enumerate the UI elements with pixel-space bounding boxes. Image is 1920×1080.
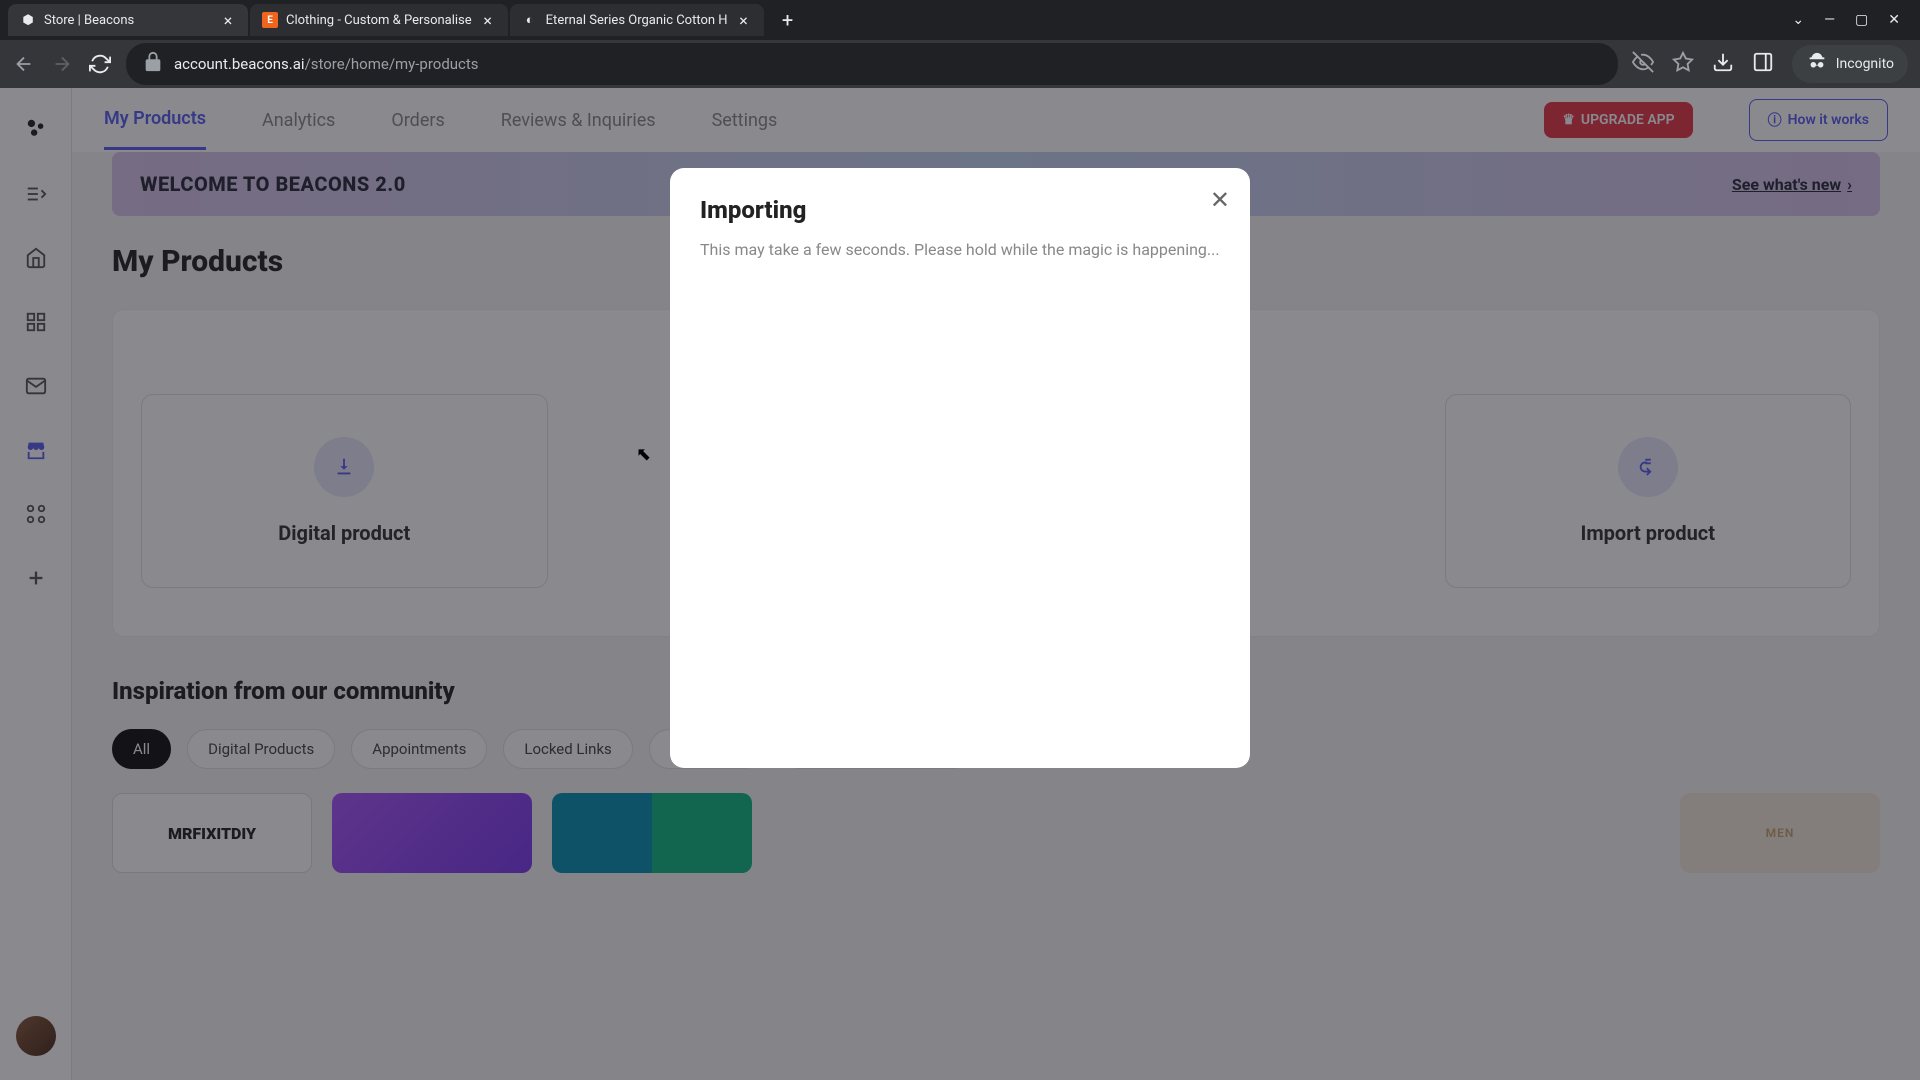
modal-overlay[interactable]: ✕ Importing This may take a few seconds.… (0, 88, 1920, 1080)
modal-title: Importing (700, 196, 1220, 224)
star-icon[interactable] (1672, 51, 1694, 77)
browser-tab[interactable]: ⬢ Store | Beacons × (8, 4, 248, 36)
reload-button[interactable] (88, 52, 112, 76)
panel-icon[interactable] (1752, 51, 1774, 77)
tab-bar: ⬢ Store | Beacons × E Clothing - Custom … (0, 0, 1920, 40)
tab-title: Eternal Series Organic Cotton H (546, 13, 728, 28)
back-button[interactable] (12, 52, 36, 76)
url-field[interactable]: account.beacons.ai/store/home/my-product… (126, 43, 1618, 85)
lock-icon (142, 51, 164, 77)
tab-title: Clothing - Custom & Personalise (286, 13, 472, 28)
browser-tab[interactable]: E Clothing - Custom & Personalise × (250, 4, 508, 36)
incognito-badge[interactable]: Incognito (1792, 45, 1908, 83)
incognito-icon (1806, 51, 1828, 77)
download-icon[interactable] (1712, 51, 1734, 77)
importing-modal: ✕ Importing This may take a few seconds.… (670, 168, 1250, 768)
window-controls: ⌄ — ▢ ✕ (1792, 12, 1912, 28)
new-tab-button[interactable]: + (774, 6, 802, 34)
forward-button[interactable] (50, 52, 74, 76)
etsy-favicon-icon: E (262, 12, 278, 28)
chevron-down-icon[interactable]: ⌄ (1792, 12, 1804, 28)
close-window-icon[interactable]: ✕ (1888, 12, 1900, 28)
toolbar-right: Incognito (1632, 45, 1908, 83)
browser-tab[interactable]: ◐ Eternal Series Organic Cotton H × (510, 4, 764, 36)
beacons-favicon-icon: ⬢ (20, 12, 36, 28)
tab-title: Store | Beacons (44, 13, 212, 28)
maximize-icon[interactable]: ▢ (1855, 12, 1868, 28)
url-text: account.beacons.ai/store/home/my-product… (174, 55, 479, 73)
close-icon[interactable]: × (480, 12, 496, 28)
modal-body: This may take a few seconds. Please hold… (700, 238, 1220, 262)
close-icon[interactable]: × (220, 12, 236, 28)
browser-chrome: ⬢ Store | Beacons × E Clothing - Custom … (0, 0, 1920, 88)
incognito-label: Incognito (1836, 56, 1894, 72)
eye-off-icon[interactable] (1632, 51, 1654, 77)
minimize-icon[interactable]: — (1824, 12, 1835, 28)
product-favicon-icon: ◐ (522, 12, 538, 28)
url-bar: account.beacons.ai/store/home/my-product… (0, 40, 1920, 88)
close-icon[interactable]: ✕ (1210, 186, 1230, 214)
close-icon[interactable]: × (736, 12, 752, 28)
